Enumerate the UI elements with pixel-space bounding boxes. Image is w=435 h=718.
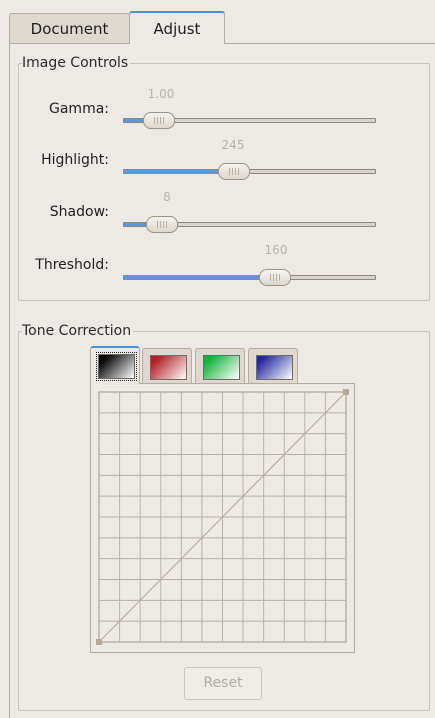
curve-end-point <box>343 389 349 395</box>
image-controls-title: Image Controls <box>22 54 131 72</box>
shadow-slider-thumb[interactable] <box>145 216 178 233</box>
highlight-value: 245 <box>221 138 245 152</box>
tab-gray-channel[interactable] <box>90 346 140 384</box>
threshold-slider-thumb[interactable] <box>258 269 291 286</box>
tab-adjust[interactable]: Adjust <box>129 11 225 44</box>
tone-correction-title: Tone Correction <box>22 322 134 340</box>
highlight-slider-thumb[interactable] <box>218 163 251 180</box>
tab-green-channel[interactable] <box>195 348 245 384</box>
threshold-slider[interactable] <box>123 269 376 286</box>
gamma-value: 1.00 <box>147 87 175 101</box>
image-controls-group: Image Controls Gamma: 1.00 Highlight: 24… <box>18 54 430 301</box>
reset-button[interactable]: Reset <box>184 667 262 700</box>
shadow-label: Shadow: <box>49 204 109 220</box>
gamma-label: Gamma: <box>49 101 109 117</box>
shadow-slider[interactable] <box>123 216 376 233</box>
green-channel-icon <box>203 355 240 380</box>
tab-document[interactable]: Document <box>9 13 130 43</box>
tone-curve-graph[interactable] <box>95 388 350 648</box>
shadow-value: 8 <box>163 190 171 204</box>
gamma-row: Gamma: 1.00 <box>19 86 429 129</box>
red-channel-icon <box>150 355 187 380</box>
threshold-label: Threshold: <box>35 257 109 273</box>
highlight-slider[interactable] <box>123 163 376 180</box>
gray-channel-icon <box>96 352 137 381</box>
tab-bar: Document Adjust <box>9 11 435 44</box>
tab-red-channel[interactable] <box>142 348 192 384</box>
threshold-row: Threshold: 160 <box>19 242 429 286</box>
tab-blue-channel[interactable] <box>248 348 298 384</box>
gamma-slider[interactable] <box>123 112 376 129</box>
threshold-slider-fill <box>124 276 275 279</box>
highlight-row: Highlight: 245 <box>19 137 429 180</box>
highlight-label: Highlight: <box>41 152 109 168</box>
shadow-row: Shadow: 8 <box>19 189 429 233</box>
blue-channel-icon <box>256 355 293 380</box>
threshold-value: 160 <box>264 243 288 257</box>
gamma-slider-thumb[interactable] <box>143 112 176 129</box>
curve-start-point <box>96 639 102 645</box>
tone-curve-editor[interactable] <box>90 383 355 653</box>
page-border <box>9 43 10 718</box>
